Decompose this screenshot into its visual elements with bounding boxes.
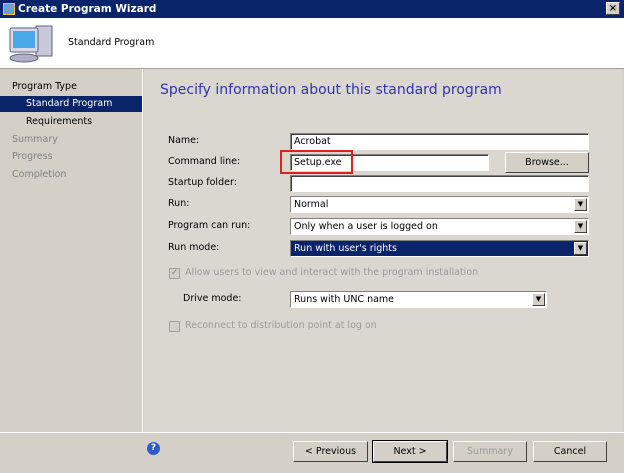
summary-button[interactable]: Summary (453, 441, 527, 462)
name-input[interactable]: Acrobat (290, 133, 589, 150)
close-button[interactable]: × (606, 2, 620, 15)
chevron-down-icon[interactable]: ▼ (574, 220, 587, 233)
step-completion: Completion (12, 169, 67, 180)
reconnect-checkbox[interactable] (169, 321, 180, 332)
next-button[interactable]: Next > (372, 440, 448, 463)
run-label: Run: (168, 198, 190, 209)
wizard-app-icon (3, 3, 15, 15)
startup-folder-label: Startup folder: (168, 177, 237, 188)
browse-button[interactable]: Browse... (505, 152, 589, 173)
step-progress: Progress (12, 151, 53, 162)
program-can-run-value: Only when a user is logged on (294, 221, 438, 232)
help-icon[interactable]: ? (147, 442, 160, 455)
program-can-run-label: Program can run: (168, 220, 251, 231)
computer-icon (9, 25, 53, 63)
chevron-down-icon[interactable]: ▼ (574, 242, 587, 255)
name-label: Name: (168, 135, 200, 146)
drive-mode-select[interactable]: Runs with UNC name ▼ (290, 291, 547, 308)
step-requirements: Requirements (26, 116, 93, 127)
drive-mode-label: Drive mode: (183, 293, 242, 304)
run-mode-select[interactable]: Run with user's rights ▼ (290, 240, 589, 257)
chevron-down-icon[interactable]: ▼ (532, 293, 545, 306)
window-title: Create Program Wizard (18, 3, 157, 15)
page-heading: Specify information about this standard … (160, 82, 502, 98)
drive-mode-value: Runs with UNC name (294, 294, 395, 305)
command-line-label: Command line: (168, 156, 241, 167)
reconnect-label: Reconnect to distribution point at log o… (185, 320, 377, 331)
startup-folder-input[interactable] (290, 175, 589, 192)
cancel-button[interactable]: Cancel (533, 441, 607, 462)
chevron-down-icon[interactable]: ▼ (574, 198, 587, 211)
step-program-type: Program Type (12, 81, 77, 92)
run-value: Normal (294, 199, 329, 210)
run-mode-label: Run mode: (168, 242, 220, 253)
wizard-header: Standard Program (0, 18, 624, 69)
title-bar: Create Program Wizard (0, 0, 624, 18)
run-select[interactable]: Normal ▼ (290, 196, 589, 213)
wizard-steps-sidebar: Program Type Standard Program Requiremen… (0, 69, 143, 432)
allow-interact-checkbox[interactable]: ✓ (169, 268, 180, 279)
highlight-annotation-box (280, 150, 353, 174)
run-mode-value: Run with user's rights (294, 243, 397, 254)
previous-button[interactable]: < Previous (293, 441, 368, 462)
program-can-run-select[interactable]: Only when a user is logged on ▼ (290, 218, 589, 235)
step-summary: Summary (12, 134, 58, 145)
step-standard-program: Standard Program (0, 96, 142, 112)
header-title: Standard Program (68, 37, 155, 48)
allow-interact-label: Allow users to view and interact with th… (185, 267, 479, 278)
